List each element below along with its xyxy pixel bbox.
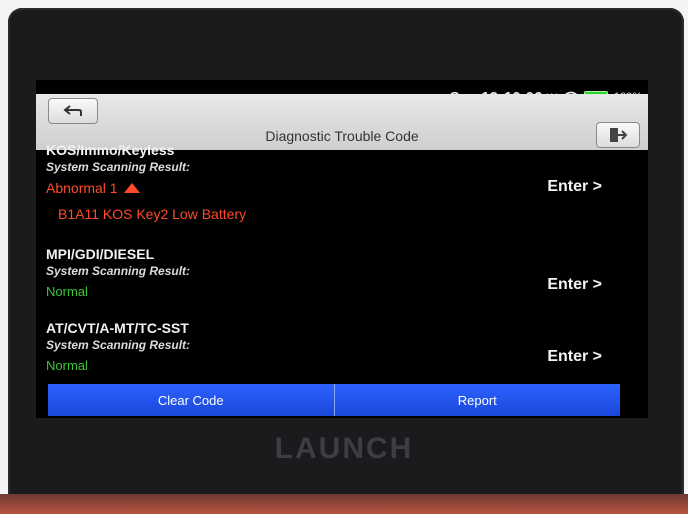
enter-button-kos[interactable]: Enter > [547,178,602,196]
enter-button-at[interactable]: Enter > [547,348,602,366]
clear-code-button[interactable]: Clear Code [48,384,334,416]
warning-triangle-icon [123,183,140,193]
report-button[interactable]: Report [333,384,620,416]
launch-logo: LAUNCH [274,432,414,465]
device-rim [0,494,688,514]
action-bar: Clear Code Report [48,384,620,416]
status-text: Abnormal 1 [46,180,118,196]
back-button[interactable] [48,98,98,124]
system-name: KOS/Immo/Keyless [46,142,175,158]
dtc-entry: B1A11 KOS Key2 Low Battery [58,206,247,222]
back-arrow-icon [63,105,82,116]
scan-results: KOS/Immo/Keyless System Scanning Result:… [36,142,648,378]
exit-icon [610,128,628,142]
screen: Sep 12 10:06 AM 100% Diagnostic Trouble … [36,80,648,418]
result-label: System Scanning Result: [46,160,191,174]
system-name: AT/CVT/A-MT/TC-SST [46,320,189,336]
system-name: MPI/GDI/DIESEL [46,246,155,262]
enter-button-mpi[interactable]: Enter > [547,276,602,294]
